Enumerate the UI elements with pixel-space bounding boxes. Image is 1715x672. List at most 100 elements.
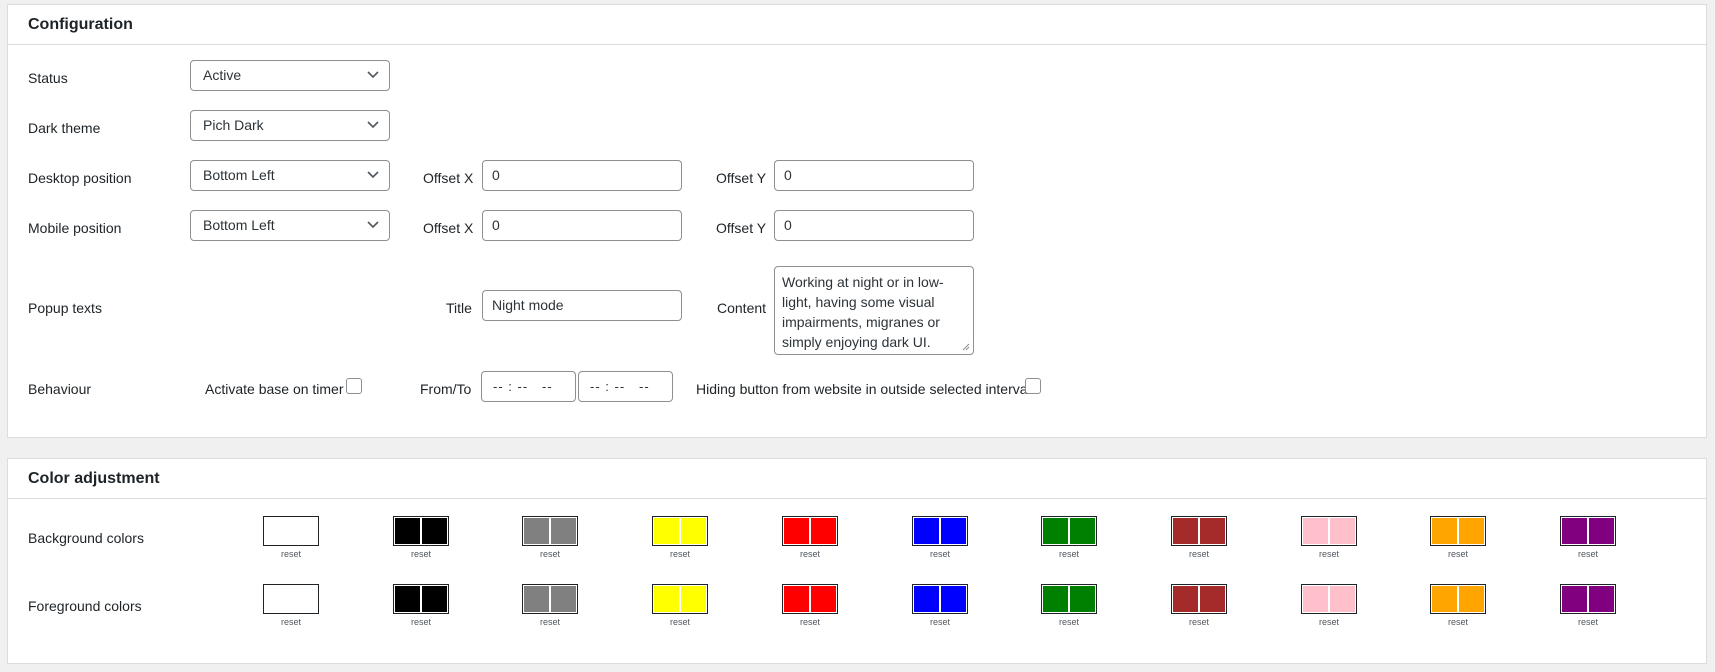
swatch-picker-color (681, 586, 706, 612)
popup-content-text: Working at night or in low-light, having… (782, 274, 944, 350)
swatch-picker-color (1459, 518, 1484, 544)
background-color-swatch[interactable] (1560, 516, 1616, 546)
foreground-reset-link[interactable]: reset (1041, 617, 1097, 627)
swatch-current-color (1303, 586, 1329, 612)
background-reset-link[interactable]: reset (1560, 549, 1616, 559)
timer-label: Activate base on timer (205, 381, 344, 397)
swatch-current-color (1432, 518, 1458, 544)
foreground-color-swatch[interactable] (1430, 584, 1486, 614)
foreground-color-swatch[interactable] (1301, 584, 1357, 614)
mobile-position-label: Mobile position (28, 220, 122, 236)
background-color-swatch[interactable] (912, 516, 968, 546)
foreground-color-swatch[interactable] (1171, 584, 1227, 614)
background-color-swatch[interactable] (1171, 516, 1227, 546)
swatch-picker-color (941, 518, 966, 544)
mobile-offset-x-input[interactable]: 0 (482, 210, 682, 241)
foreground-color-swatch[interactable] (1041, 584, 1097, 614)
foreground-reset-link[interactable]: reset (1560, 617, 1616, 627)
swatch-current-color (784, 586, 810, 612)
foreground-reset-link[interactable]: reset (1430, 617, 1486, 627)
background-reset-link[interactable]: reset (782, 549, 838, 559)
background-reset-link[interactable]: reset (1041, 549, 1097, 559)
foreground-reset-link[interactable]: reset (782, 617, 838, 627)
color-adjustment-panel: Color adjustment Background colors Foreg… (7, 458, 1707, 664)
dark-theme-select[interactable]: Pich Dark (190, 110, 390, 141)
background-reset-link[interactable]: reset (522, 549, 578, 559)
mobile-position-select[interactable]: Bottom Left (190, 210, 390, 241)
background-reset-link[interactable]: reset (393, 549, 449, 559)
popup-content-label: Content (717, 300, 767, 316)
foreground-reset-link[interactable]: reset (522, 617, 578, 627)
foreground-reset-link[interactable]: reset (652, 617, 708, 627)
chevron-down-icon (367, 121, 379, 129)
background-reset-link[interactable]: reset (1171, 549, 1227, 559)
timer-checkbox[interactable] (346, 378, 362, 394)
swatch-current-color (265, 518, 291, 544)
desktop-position-select[interactable]: Bottom Left (190, 160, 390, 191)
dark-theme-label: Dark theme (28, 120, 101, 136)
swatch-current-color (1432, 586, 1458, 612)
background-reset-link[interactable]: reset (1430, 549, 1486, 559)
background-color-swatch[interactable] (782, 516, 838, 546)
swatch-picker-color (551, 518, 576, 544)
swatch-picker-color (422, 586, 447, 612)
mobile-offset-y-label: Offset Y (716, 220, 767, 236)
swatch-current-color (914, 518, 940, 544)
background-color-swatch[interactable] (393, 516, 449, 546)
foreground-reset-link[interactable]: reset (393, 617, 449, 627)
status-label: Status (28, 70, 68, 86)
swatch-current-color (654, 586, 680, 612)
swatch-current-color (265, 586, 291, 612)
to-time-input[interactable]: -- : -- -- (578, 371, 673, 402)
background-reset-link[interactable]: reset (912, 549, 968, 559)
swatch-picker-color (292, 586, 317, 612)
swatch-current-color (654, 518, 680, 544)
status-select-value: Active (203, 67, 242, 83)
foreground-reset-link[interactable]: reset (263, 617, 319, 627)
swatch-picker-color (1459, 586, 1484, 612)
color-adjustment-title: Color adjustment (8, 459, 1706, 499)
desktop-offset-x-input[interactable]: 0 (482, 160, 682, 191)
background-color-swatch[interactable] (522, 516, 578, 546)
desktop-offset-y-input[interactable]: 0 (774, 160, 974, 191)
swatch-current-color (524, 518, 550, 544)
status-select[interactable]: Active (190, 60, 390, 91)
foreground-color-swatch[interactable] (652, 584, 708, 614)
background-reset-link[interactable]: reset (1301, 549, 1357, 559)
foreground-color-swatch[interactable] (1560, 584, 1616, 614)
background-reset-link[interactable]: reset (652, 549, 708, 559)
foreground-color-swatch[interactable] (263, 584, 319, 614)
foreground-color-swatch[interactable] (393, 584, 449, 614)
swatch-current-color (1043, 518, 1069, 544)
swatch-picker-color (1589, 518, 1614, 544)
foreground-reset-link[interactable]: reset (912, 617, 968, 627)
foreground-color-swatch[interactable] (782, 584, 838, 614)
foreground-color-swatch[interactable] (912, 584, 968, 614)
swatch-picker-color (681, 518, 706, 544)
background-colors-label: Background colors (28, 530, 144, 546)
background-color-swatch[interactable] (1430, 516, 1486, 546)
resize-grip-icon[interactable] (962, 343, 970, 351)
from-to-label: From/To (420, 381, 472, 397)
popup-title-input[interactable]: Night mode (482, 290, 682, 321)
popup-texts-label: Popup texts (28, 300, 102, 316)
from-time-input[interactable]: -- : -- -- (481, 371, 576, 402)
foreground-reset-link[interactable]: reset (1301, 617, 1357, 627)
swatch-current-color (1562, 586, 1588, 612)
background-color-swatch[interactable] (1301, 516, 1357, 546)
popup-content-textarea[interactable]: Working at night or in low-light, having… (774, 266, 974, 355)
swatch-picker-color (1200, 586, 1225, 612)
background-color-swatch[interactable] (263, 516, 319, 546)
background-reset-link[interactable]: reset (263, 549, 319, 559)
mobile-offset-y-input[interactable]: 0 (774, 210, 974, 241)
hide-outside-interval-label: Hiding button from website in outside se… (696, 381, 1031, 397)
chevron-down-icon (367, 221, 379, 229)
hide-outside-interval-checkbox[interactable] (1025, 378, 1041, 394)
mobile-position-select-value: Bottom Left (203, 217, 275, 233)
background-color-swatch[interactable] (1041, 516, 1097, 546)
foreground-reset-link[interactable]: reset (1171, 617, 1227, 627)
swatch-current-color (1173, 518, 1199, 544)
background-color-swatch[interactable] (652, 516, 708, 546)
swatch-picker-color (292, 518, 317, 544)
foreground-color-swatch[interactable] (522, 584, 578, 614)
